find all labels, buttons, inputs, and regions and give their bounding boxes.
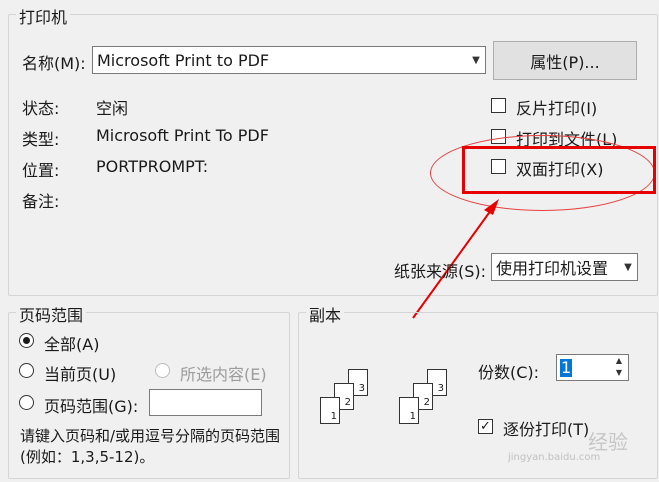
watermark-text: 经验	[588, 430, 628, 454]
page-range-all-radio[interactable]	[19, 333, 34, 348]
copies-count-value: 1	[560, 357, 573, 377]
page-range-input[interactable]	[149, 389, 262, 416]
copies-spinner[interactable]: ▲ ▼	[610, 355, 628, 380]
collate-label[interactable]: 逐份打印(T)	[503, 416, 589, 440]
page-range-pages-label[interactable]: 页码范围(G):	[44, 393, 138, 417]
paper-source-label: 纸张来源(S):	[394, 262, 487, 281]
page-range-hint: 请键入页码和/或用逗号分隔的页码范围(例如：1,3,5-12)。	[20, 427, 281, 466]
spin-up-icon[interactable]: ▲	[610, 355, 628, 367]
paper-source-combo[interactable]: 使用打印机设置 ▼	[491, 253, 638, 281]
spin-down-icon[interactable]: ▼	[610, 367, 628, 379]
copies-group-title: 副本	[306, 302, 345, 326]
page-range-current-label[interactable]: 当前页(U)	[44, 361, 116, 385]
page-range-all-label[interactable]: 全部(A)	[44, 331, 99, 355]
page-range-selection-radio[interactable]	[155, 363, 170, 378]
copies-count-label: 份数(C):	[478, 363, 540, 382]
page-range-group-title: 页码范围	[16, 302, 87, 326]
watermark-url: jingyan.baidu.com	[508, 452, 601, 463]
page-range-pages-radio[interactable]	[19, 395, 34, 410]
collate-checkbox[interactable]: ✓	[478, 419, 493, 434]
paper-source-value: 使用打印机设置	[496, 259, 609, 278]
page-range-current-radio[interactable]	[19, 363, 34, 378]
chevron-down-icon: ▼	[624, 261, 632, 273]
page-range-selection-label[interactable]: 所选内容(E)	[180, 361, 267, 385]
page-icon: 1	[399, 397, 419, 424]
page-icon: 1	[320, 397, 340, 424]
